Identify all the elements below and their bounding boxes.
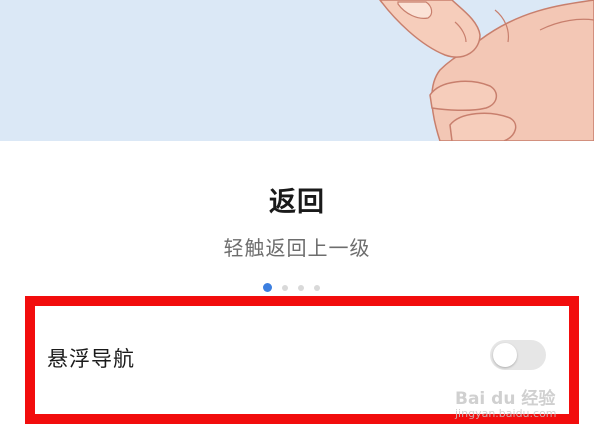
floating-navigation-label: 悬浮导航 [47,347,135,371]
finger-tap-illustration [379,0,594,141]
page-dot-1[interactable] [263,283,272,292]
page-dot-4[interactable] [314,284,320,291]
gesture-guide-screen: 返回 轻触返回上一级 悬浮导航 Bai du 经验 jingyan.baidu.… [0,0,594,438]
gesture-title: 返回 [269,187,325,218]
page-dot-2[interactable] [282,284,288,291]
floating-navigation-toggle[interactable] [490,340,546,370]
page-dot-3[interactable] [298,284,304,291]
gesture-description: 轻触返回上一级 [223,236,371,260]
floating-navigation-setting-row[interactable]: 悬浮导航 [35,306,569,414]
gesture-illustration [0,0,594,141]
toggle-knob [493,343,517,367]
page-indicator [263,283,320,292]
